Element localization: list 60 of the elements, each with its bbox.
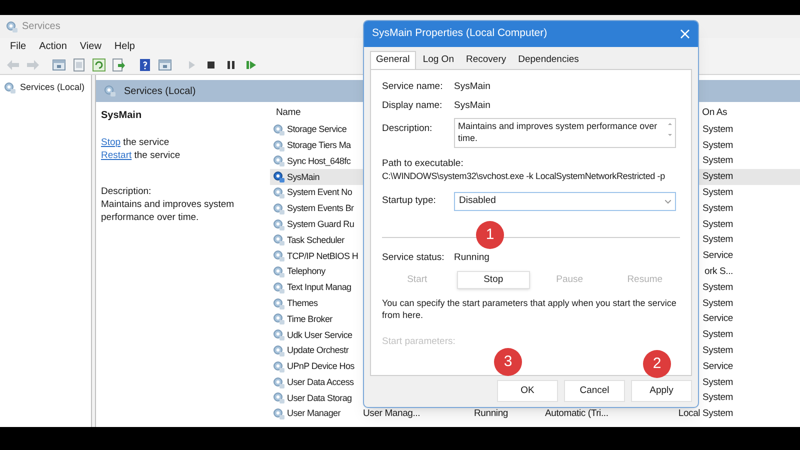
table-cell-text: User Data Access [287,376,354,389]
table-cell-text: Text Input Manag [287,281,352,294]
description-text: Maintains and improves system performance over time. [101,198,236,224]
table-cell-text: Storage Tiers Ma [287,138,351,152]
table-cell: System [702,170,733,184]
field-label: Service status: [382,251,446,265]
table-cell-text: ork S... [704,264,733,279]
table-cell: Service [702,360,733,374]
table-cell-text: SysMain [287,170,320,184]
table-cell: System [702,296,733,311]
field-label: Startup type: [382,194,437,208]
table-cell-text: User Data Storag [287,392,352,405]
table-cell-text: System Event No [287,186,352,200]
table-cell-text: System [702,233,733,248]
field-label: Start parameters: [382,335,456,350]
table-cell-text: System [702,186,733,200]
hint-text: You can specify the start parameters that apply when you start the service from here. [382,297,678,322]
path-text: C:\WINDOWS\system32\svchost.exe -k LocalSystemNetworkRestricted -p [382,170,666,182]
table-cell: System [702,280,733,295]
table-cell-text: Telephony [287,265,326,278]
table-cell: System [702,138,733,153]
table-cell-text: System [702,122,733,137]
table-cell: System [702,376,733,390]
table-cell-text: Time Broker [287,312,332,326]
table-cell-text: UPnP Device Hos [287,360,354,374]
description-label: Description: [101,185,152,198]
window-title: Services [22,20,60,34]
table-cell-text: System [702,344,733,358]
table-cell-text: System Events Br [287,202,354,216]
table-cell: System [702,328,733,342]
table-cell-text: System Guard Ru [287,218,354,231]
field-label: Service name: [382,80,444,94]
table-cell: Automatic (Tri... [545,407,608,422]
field-value: SysMain [454,99,490,114]
field-label: Description: [382,122,434,136]
field-label: Path to executable: [382,158,464,170]
table-cell-text: User Manager [287,407,340,420]
field-label: Display name: [382,99,444,114]
table-cell-text: Task Scheduler [287,234,344,247]
table-cell: User Manag... [363,407,420,422]
service-title: SysMain [101,109,143,123]
action-text: the service [122,136,170,149]
table-cell-text: Sync Host_648fc [287,154,351,168]
field-value: SysMain [454,80,490,94]
table-cell: System [702,218,733,232]
dialog-title: SysMain Properties (Local Computer) [372,26,548,42]
table-cell-text: System [702,391,733,406]
table-cell-text: Udk User Service [287,328,352,342]
table-cell-text: Service [702,312,733,326]
table-cell: Service [702,249,733,264]
table-cell: Running [474,407,508,422]
table-cell-text: TCP/IP NetBIOS H [287,250,358,263]
table-cell-text: Themes [287,296,318,310]
table-cell: Local System [678,407,733,422]
table-cell-text: System [702,154,733,168]
status-value: Running [454,251,490,265]
action-text: the service [133,149,180,162]
table-cell-text: Storage Service [287,123,347,136]
table-cell-text: Update Orchestr [287,344,349,358]
table-cell: System [702,202,733,216]
